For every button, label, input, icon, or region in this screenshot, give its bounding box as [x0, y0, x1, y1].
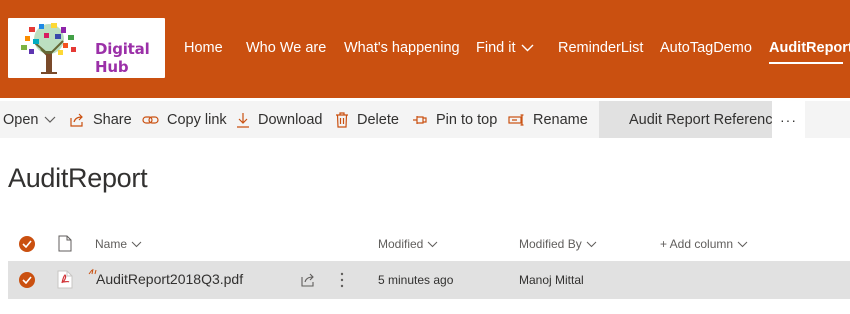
chevron-down-icon [586, 241, 597, 247]
more-icon: ··· [780, 111, 797, 128]
share-label: Share [93, 111, 132, 128]
more-vertical-icon[interactable] [339, 272, 345, 288]
open-button[interactable]: Open [3, 101, 56, 138]
more-options-button[interactable]: ··· [772, 101, 805, 138]
logo-text: Digital Hub [95, 40, 150, 76]
delete-label: Delete [357, 111, 399, 128]
chevron-down-icon [521, 44, 533, 52]
nav-item-reminderlist[interactable]: ReminderList [558, 40, 643, 56]
file-type-header-icon[interactable] [58, 235, 72, 252]
site-logo[interactable]: Digital Hub [8, 18, 165, 78]
chevron-down-icon [131, 241, 142, 247]
link-icon [142, 115, 159, 124]
column-header-name[interactable]: Name [95, 237, 142, 251]
audit-report-reference-button[interactable]: Audit Report Reference [599, 101, 781, 138]
nav-item-home[interactable]: Home [184, 40, 223, 56]
command-bar-end [805, 101, 850, 138]
nav-item-auditreport[interactable]: AuditReport [769, 40, 850, 56]
download-button[interactable]: Download [236, 101, 323, 138]
add-column-button[interactable]: + Add column [660, 237, 748, 251]
pin-icon [413, 115, 427, 124]
audit-report-reference-label: Audit Report Reference [629, 112, 781, 128]
chevron-down-icon [428, 241, 438, 247]
suite-header: Digital Hub Home Who We are What's happe… [0, 0, 850, 98]
rename-button[interactable]: Rename [508, 101, 588, 138]
column-header-modified-label: Modified [378, 237, 424, 251]
pin-to-top-button[interactable]: Pin to top [412, 101, 497, 138]
nav-item-autotagdemo[interactable]: AutoTagDemo [660, 40, 752, 56]
open-label: Open [3, 111, 39, 128]
chevron-down-icon [737, 241, 748, 247]
download-icon [237, 112, 249, 128]
select-all-checkbox[interactable] [19, 236, 35, 252]
rename-label: Rename [533, 111, 588, 128]
page-title: AuditReport [8, 163, 148, 193]
chevron-down-icon [45, 116, 56, 123]
delete-button[interactable]: Delete [335, 101, 399, 138]
nav-item-find-it-label: Find it [476, 40, 516, 56]
column-header-modified-by-label: Modified By [519, 237, 582, 251]
copy-link-button[interactable]: Copy link [142, 101, 227, 138]
modified-cell: 5 minutes ago [378, 273, 454, 287]
nav-item-whats-happening[interactable]: What's happening [344, 40, 460, 56]
checkmark-icon [22, 240, 32, 248]
pdf-icon [57, 270, 73, 289]
checkmark-icon [22, 276, 32, 284]
add-column-label: + Add column [660, 237, 734, 251]
share-button[interactable]: Share [69, 101, 132, 138]
share-row-icon[interactable] [300, 272, 316, 287]
tree-logo-icon [21, 23, 76, 74]
file-name-link[interactable]: AuditReport2018Q3.pdf [96, 271, 243, 287]
active-nav-indicator [769, 62, 843, 64]
column-header-modified[interactable]: Modified [378, 237, 438, 251]
pin-to-top-label: Pin to top [436, 111, 498, 128]
download-label: Download [258, 111, 323, 128]
modified-by-cell[interactable]: Manoj Mittal [519, 273, 584, 287]
nav-item-who-we-are[interactable]: Who We are [246, 40, 326, 56]
row-checkbox[interactable] [19, 272, 35, 288]
nav-item-find-it[interactable]: Find it [476, 40, 534, 56]
trash-icon [336, 111, 348, 128]
copy-link-label: Copy link [167, 111, 227, 128]
rename-icon [508, 113, 524, 126]
share-icon [70, 113, 83, 127]
column-header-modified-by[interactable]: Modified By [519, 237, 597, 251]
column-header-name-label: Name [95, 237, 128, 251]
